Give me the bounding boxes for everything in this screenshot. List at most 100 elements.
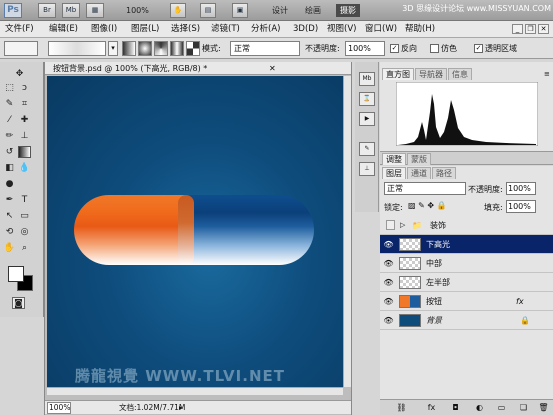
clone-stamp-tool-icon[interactable]: ⊥ bbox=[18, 130, 31, 142]
restore-icon[interactable]: ❐ bbox=[525, 24, 536, 34]
tab-histogram[interactable]: 直方图 bbox=[382, 68, 414, 80]
menu-filter[interactable]: 滤镜(T) bbox=[208, 23, 243, 36]
reflected-gradient-icon[interactable] bbox=[170, 41, 184, 56]
canvas[interactable]: 腾龍視覺 WWW.TLVI.NET bbox=[47, 76, 343, 387]
layer-group-row[interactable]: ▷ 📁 装饰 bbox=[380, 216, 553, 235]
fill-input[interactable]: 100% bbox=[506, 200, 536, 213]
workspace-photography[interactable]: 摄影 bbox=[336, 4, 360, 17]
workspace-design[interactable]: 设计 bbox=[272, 4, 288, 17]
group-expand-icon[interactable]: ▷ bbox=[400, 216, 405, 235]
tab-paths[interactable]: 路径 bbox=[432, 167, 456, 179]
menu-image[interactable]: 图像(I) bbox=[88, 23, 120, 36]
eye-icon[interactable]: 👁 bbox=[383, 296, 394, 307]
eye-icon[interactable]: 👁 bbox=[383, 277, 394, 288]
arrange-documents-button[interactable]: ▤ bbox=[200, 3, 216, 18]
eye-icon[interactable]: 👁 bbox=[383, 258, 394, 269]
blend-mode-select[interactable]: 正常 bbox=[230, 41, 300, 56]
tab-adjustments[interactable]: 调整 bbox=[382, 153, 406, 165]
tab-channels[interactable]: 通道 bbox=[407, 167, 431, 179]
actions-panel-icon[interactable]: ▶ bbox=[359, 112, 375, 126]
opacity-input[interactable]: 100% bbox=[345, 41, 385, 56]
type-tool-icon[interactable]: T bbox=[18, 194, 31, 206]
tab-layers[interactable]: 图层 bbox=[382, 167, 406, 179]
dither-checkbox[interactable] bbox=[430, 44, 439, 53]
layer-row-selected[interactable]: 👁 下高光 bbox=[380, 235, 553, 254]
layer-row[interactable]: 👁 按钮 fx bbox=[380, 292, 553, 311]
layer-blend-mode-select[interactable]: 正常 bbox=[384, 182, 466, 195]
lock-icons[interactable]: ▨ ✎ ✥ 🔒 bbox=[408, 201, 447, 210]
horizontal-scrollbar[interactable] bbox=[47, 387, 343, 395]
adjustment-layer-icon[interactable]: ◐ bbox=[474, 403, 485, 412]
eye-icon[interactable]: 👁 bbox=[383, 315, 394, 326]
lasso-tool-icon[interactable]: ↄ bbox=[18, 82, 31, 94]
mini-bridge-button[interactable]: Mb bbox=[62, 3, 80, 18]
reverse-checkbox[interactable]: ✓ bbox=[390, 44, 399, 53]
tab-info[interactable]: 信息 bbox=[448, 68, 472, 80]
path-selection-tool-icon[interactable]: ↖ bbox=[3, 210, 16, 222]
close-tab-icon[interactable]: ✕ bbox=[269, 62, 276, 75]
layer-row[interactable]: 👁 左半部 bbox=[380, 273, 553, 292]
vertical-scrollbar[interactable] bbox=[343, 76, 351, 387]
angle-gradient-icon[interactable] bbox=[154, 41, 168, 56]
crop-tool-icon[interactable]: ⌗ bbox=[18, 98, 31, 110]
history-panel-icon[interactable]: ⌛ bbox=[359, 92, 375, 106]
link-layers-icon[interactable]: ⛓ bbox=[396, 403, 407, 412]
minimize-icon[interactable]: _ bbox=[512, 24, 523, 34]
layer-row[interactable]: 👁 背景 🔒 bbox=[380, 311, 553, 330]
layer-opacity-input[interactable]: 100% bbox=[506, 182, 536, 195]
menu-select[interactable]: 选择(S) bbox=[168, 23, 203, 36]
shape-tool-icon[interactable]: ▭ bbox=[18, 210, 31, 222]
marquee-tool-icon[interactable]: ⬚ bbox=[3, 82, 16, 94]
menu-layer[interactable]: 图层(L) bbox=[128, 23, 162, 36]
gradient-picker[interactable] bbox=[48, 41, 106, 56]
status-menu-arrow-icon[interactable]: ▸ bbox=[179, 401, 183, 415]
clone-source-icon[interactable]: ⊥ bbox=[359, 162, 375, 176]
panel-menu-icon[interactable]: ≡ bbox=[544, 70, 550, 78]
tab-navigator[interactable]: 导航器 bbox=[415, 68, 447, 80]
menu-edit[interactable]: 编辑(E) bbox=[46, 23, 81, 36]
new-group-icon[interactable]: ▭ bbox=[496, 403, 507, 412]
pen-tool-icon[interactable]: ✒ bbox=[3, 194, 16, 206]
visibility-toggle-empty[interactable] bbox=[386, 220, 395, 230]
menu-window[interactable]: 窗口(W) bbox=[362, 23, 400, 36]
linear-gradient-icon[interactable] bbox=[122, 41, 136, 56]
menu-3d[interactable]: 3D(D) bbox=[290, 23, 321, 36]
menu-file[interactable]: 文件(F) bbox=[2, 23, 37, 36]
diamond-gradient-icon[interactable] bbox=[186, 41, 200, 56]
hand-tool-button[interactable]: ✋ bbox=[170, 3, 186, 18]
radial-gradient-icon[interactable] bbox=[138, 41, 152, 56]
dodge-tool-icon[interactable]: ● bbox=[3, 178, 16, 190]
layer-row[interactable]: 👁 中部 bbox=[380, 254, 553, 273]
view-extras-button[interactable]: ▦ bbox=[86, 3, 104, 18]
3d-orbit-tool-icon[interactable]: ◎ bbox=[18, 226, 31, 238]
menu-view[interactable]: 视图(V) bbox=[324, 23, 359, 36]
quick-mask-icon[interactable]: ◙ bbox=[12, 297, 25, 309]
workspace-painting[interactable]: 绘画 bbox=[305, 4, 321, 17]
zoom-level[interactable]: 100% bbox=[126, 4, 149, 17]
eye-icon[interactable]: 👁 bbox=[383, 239, 394, 250]
move-tool-icon[interactable]: ✥ bbox=[13, 68, 26, 80]
tab-masks[interactable]: 蒙版 bbox=[407, 153, 431, 165]
layer-effects-icon[interactable]: fx bbox=[516, 292, 524, 311]
hand-tool-icon[interactable]: ✋ bbox=[3, 242, 16, 254]
zoom-input[interactable]: 100% bbox=[47, 402, 71, 414]
zoom-tool-icon[interactable]: ⌕ bbox=[18, 242, 31, 254]
menu-analysis[interactable]: 分析(A) bbox=[248, 23, 283, 36]
delete-layer-icon[interactable]: 🗑 bbox=[538, 403, 549, 412]
eyedropper-tool-icon[interactable]: ⁄ bbox=[3, 114, 16, 126]
menu-help[interactable]: 帮助(H) bbox=[402, 23, 438, 36]
brush-tool-icon[interactable]: ✏ bbox=[3, 130, 16, 142]
add-style-icon[interactable]: fx bbox=[426, 403, 437, 412]
quick-selection-tool-icon[interactable]: ✎ bbox=[3, 98, 16, 110]
tool-preset-picker[interactable] bbox=[4, 41, 38, 56]
screen-mode-button[interactable]: ▣ bbox=[232, 3, 248, 18]
new-layer-icon[interactable]: ❏ bbox=[518, 403, 529, 412]
3d-rotate-tool-icon[interactable]: ⟲ bbox=[3, 226, 16, 238]
chevron-down-icon[interactable]: ▾ bbox=[108, 41, 118, 56]
mini-bridge-icon[interactable]: Mb bbox=[359, 72, 375, 86]
bridge-button[interactable]: Br bbox=[38, 3, 56, 18]
document-tab[interactable]: 按钮背景.psd @ 100% (下高光, RGB/8) * ✕ bbox=[45, 62, 351, 75]
healing-tool-icon[interactable]: ✚ bbox=[18, 114, 31, 126]
blur-tool-icon[interactable]: 💧 bbox=[18, 162, 31, 174]
eraser-tool-icon[interactable]: ◧ bbox=[3, 162, 16, 174]
